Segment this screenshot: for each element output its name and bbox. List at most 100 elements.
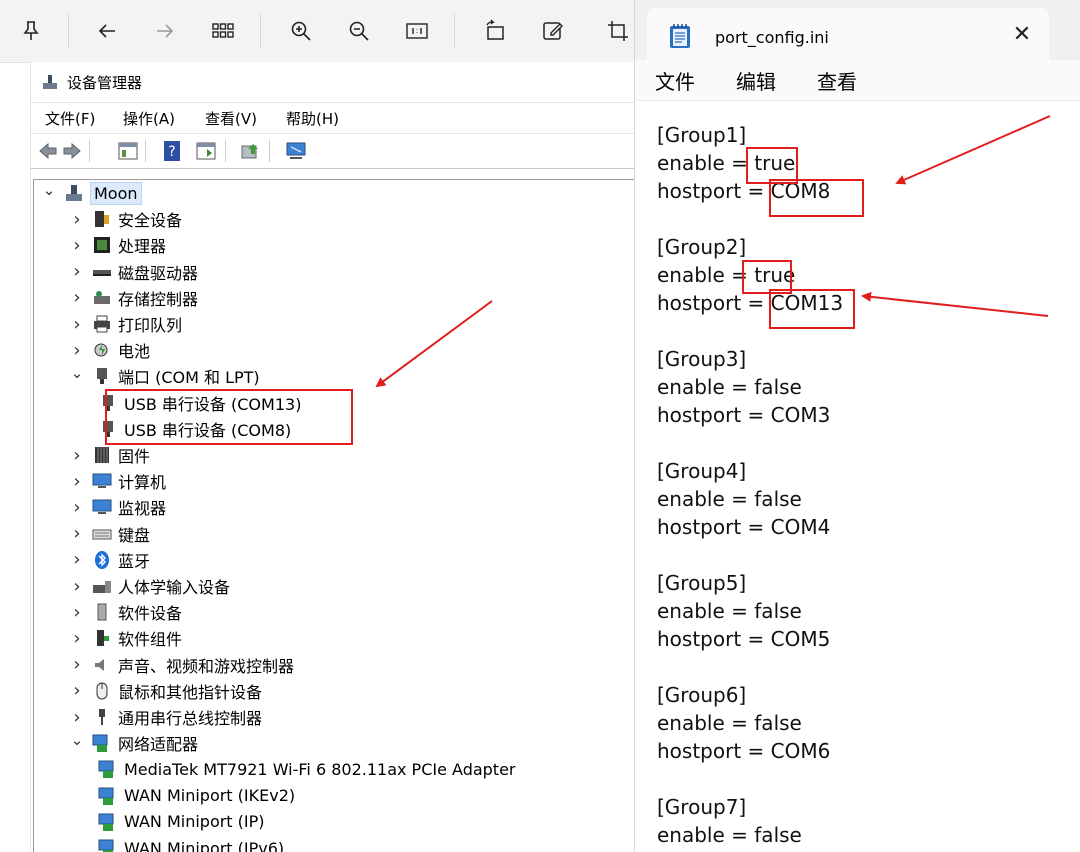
text-line: enable = false (657, 487, 802, 511)
chevron-right-icon[interactable]: › (70, 523, 84, 544)
properties-icon[interactable] (117, 140, 139, 162)
text-line: hostport = COM4 (657, 515, 830, 539)
tree-category[interactable]: › 键盘 (70, 521, 150, 547)
edit-icon[interactable] (538, 16, 568, 46)
notepad-tab-bar: port_config.ini ✕ (635, 0, 1080, 60)
chevron-right-icon[interactable]: › (70, 445, 84, 466)
tree-item-label: 计算机 (118, 469, 166, 493)
tree-device[interactable]: WAN Miniport (IPv6) (98, 835, 284, 852)
menu-view[interactable]: 查看(V) (205, 108, 257, 129)
sound-icon (92, 655, 112, 675)
tree-category[interactable]: ›鼠标和其他指针设备 (70, 678, 262, 704)
tree-device[interactable]: WAN Miniport (IKEv2) (98, 783, 295, 809)
chevron-right-icon[interactable]: › (70, 287, 84, 308)
tree-category[interactable]: ⌄ 端口 (COM 和 LPT) (70, 363, 260, 389)
crop-icon[interactable] (606, 16, 630, 46)
chevron-right-icon[interactable]: › (70, 576, 84, 597)
tree-item-label: Moon (90, 182, 142, 205)
chevron-right-icon[interactable]: › (70, 471, 84, 492)
chevron-right-icon[interactable]: › (70, 314, 84, 335)
rotate-icon[interactable] (480, 16, 510, 46)
software-component-icon (92, 628, 112, 648)
tree-category[interactable]: › 计算机 (70, 468, 166, 494)
tree-device[interactable]: USB 串行设备 (COM8) (98, 416, 291, 442)
chevron-right-icon[interactable]: › (70, 628, 84, 649)
chevron-right-icon[interactable]: › (70, 497, 84, 518)
usb-icon (92, 707, 112, 727)
text-line: [Group7] (657, 795, 746, 819)
chevron-down-icon[interactable]: ⌄ (42, 181, 56, 199)
device-manager-toolbar: ? (31, 134, 635, 169)
tree-device[interactable]: MediaTek MT7921 Wi-Fi 6 802.11ax PCIe Ad… (98, 756, 516, 782)
tree-category[interactable]: ›安全设备 (70, 206, 182, 232)
notepad-menu-edit[interactable]: 编辑 (736, 66, 776, 95)
text-line: enable = true (657, 151, 795, 175)
notepad-text-area[interactable]: [Group1]enable = truehostport = COM8[Gro… (635, 101, 1080, 851)
chevron-right-icon[interactable]: › (70, 261, 84, 282)
forward-arrow-icon[interactable] (150, 16, 180, 46)
text-line: hostport = COM8 (657, 179, 830, 203)
tree-category[interactable]: › 监视器 (70, 494, 166, 520)
back-icon[interactable] (37, 140, 59, 162)
forward-icon[interactable] (61, 140, 83, 162)
tree-category[interactable]: ›软件组件 (70, 625, 182, 651)
monitor-tool-icon[interactable] (285, 140, 307, 162)
tree-category[interactable]: ›磁盘驱动器 (70, 259, 198, 285)
menu-bar: 文件(F) 操作(A) 查看(V) 帮助(H) (31, 102, 635, 134)
close-tab-icon[interactable]: ✕ (1009, 22, 1035, 48)
chevron-right-icon[interactable]: › (70, 235, 84, 256)
tree-item-label: 端口 (COM 和 LPT) (118, 364, 260, 388)
tree-root[interactable]: ⌄ Moon (42, 180, 142, 206)
tree-category[interactable]: ›软件设备 (70, 599, 182, 625)
tree-item-label: 固件 (118, 443, 150, 467)
tree-category[interactable]: ›人体学输入设备 (70, 573, 230, 599)
menu-help[interactable]: 帮助(H) (286, 108, 339, 129)
monitor-icon (92, 497, 112, 517)
menu-file[interactable]: 文件(F) (45, 108, 95, 129)
device-manager-window: 设备管理器 文件(F) 操作(A) 查看(V) 帮助(H) ? ⌄Moon›安全… (30, 62, 635, 851)
chevron-right-icon[interactable]: › (70, 602, 84, 623)
chevron-right-icon[interactable]: › (70, 680, 84, 701)
actual-size-icon[interactable] (402, 16, 432, 46)
tree-device[interactable]: USB 串行设备 (COM13) (98, 390, 301, 416)
scan-hardware-icon[interactable] (239, 140, 261, 162)
tree-item-label: 键盘 (118, 522, 150, 546)
tree-category[interactable]: ›通用串行总线控制器 (70, 704, 262, 730)
chevron-right-icon[interactable]: › (70, 654, 84, 675)
menu-action[interactable]: 操作(A) (123, 108, 175, 129)
chevron-right-icon[interactable]: › (70, 209, 84, 230)
tree-item-label: USB 串行设备 (COM8) (124, 417, 291, 441)
image-viewer-toolbar (0, 0, 640, 63)
tree-category[interactable]: ›处理器 (70, 232, 166, 258)
chevron-right-icon[interactable]: › (70, 707, 84, 728)
chevron-right-icon[interactable]: › (70, 549, 84, 570)
network-device-icon (98, 786, 118, 806)
chevron-down-icon[interactable]: ⌄ (70, 731, 84, 749)
mouse-icon (92, 681, 112, 701)
tree-category[interactable]: ⌄网络适配器 (70, 730, 198, 756)
tree-category[interactable]: ›蓝牙 (70, 547, 150, 573)
tree-category[interactable]: › 声音、视频和游戏控制器 (70, 652, 294, 678)
tree-item-label: 声音、视频和游戏控制器 (118, 653, 294, 677)
zoom-out-icon[interactable] (344, 16, 374, 46)
tree-item-label: 监视器 (118, 495, 166, 519)
pin-icon[interactable] (16, 16, 46, 46)
back-arrow-icon[interactable] (92, 16, 122, 46)
grid-icon[interactable] (208, 16, 238, 46)
tree-device[interactable]: WAN Miniport (IP) (98, 809, 265, 835)
tree-category[interactable]: › 固件 (70, 442, 150, 468)
text-line: [Group5] (657, 571, 746, 595)
help-icon[interactable]: ? (161, 140, 183, 162)
chevron-down-icon[interactable]: ⌄ (70, 364, 84, 382)
notepad-menu-file[interactable]: 文件 (655, 66, 695, 95)
tree-category[interactable]: ›存储控制器 (70, 285, 198, 311)
tree-item-label: WAN Miniport (IKEv2) (124, 786, 295, 805)
processor-icon (92, 235, 112, 255)
show-hidden-icon[interactable] (195, 140, 217, 162)
zoom-in-icon[interactable] (286, 16, 316, 46)
tree-category[interactable]: ›电池 (70, 337, 150, 363)
notepad-menu-view[interactable]: 查看 (817, 66, 857, 95)
tree-category[interactable]: ›打印队列 (70, 311, 182, 337)
chevron-right-icon[interactable]: › (70, 340, 84, 361)
notepad-tab[interactable]: port_config.ini ✕ (647, 8, 1049, 60)
